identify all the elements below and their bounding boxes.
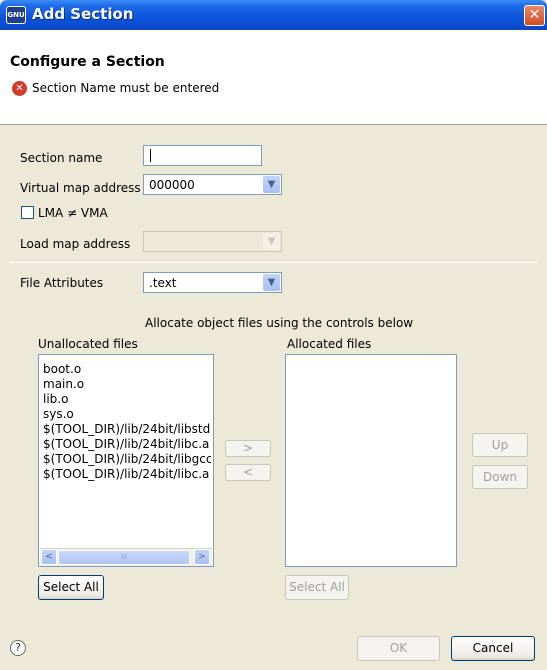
load-map-combo[interactable]: ▼: [143, 231, 282, 252]
chevron-down-icon[interactable]: ▼: [263, 233, 280, 250]
error-message: Section Name must be entered: [32, 81, 220, 95]
horizontal-scrollbar[interactable]: < III >: [40, 548, 212, 566]
select-all-unallocated-button[interactable]: Select All: [38, 575, 104, 600]
allocation-instruction: Allocate object files using the controls…: [145, 316, 414, 330]
close-button[interactable]: ✕: [524, 5, 545, 26]
unallocated-files-label: Unallocated files: [38, 337, 138, 351]
virtual-map-label: Virtual map address: [20, 181, 141, 195]
down-button[interactable]: Down: [472, 465, 528, 489]
help-icon[interactable]: ?: [10, 640, 26, 656]
up-button[interactable]: Up: [472, 433, 528, 457]
window-title: Add Section: [32, 5, 134, 23]
move-left-button[interactable]: <: [225, 464, 271, 481]
list-item[interactable]: lib.o: [43, 392, 211, 407]
scroll-right-button[interactable]: >: [194, 549, 210, 565]
move-right-button[interactable]: >: [225, 440, 271, 457]
virtual-map-combo[interactable]: 000000 ▼: [143, 174, 282, 195]
scroll-left-button[interactable]: <: [41, 549, 57, 565]
allocated-files-list[interactable]: [285, 354, 457, 567]
ok-button[interactable]: OK: [357, 636, 440, 661]
app-icon: GNU: [6, 6, 26, 24]
allocated-files-label: Allocated files: [287, 337, 372, 351]
error-icon: ✕: [12, 81, 27, 96]
text-caret: [150, 149, 151, 162]
separator: [10, 262, 537, 263]
title-bar[interactable]: GNU Add Section ✕: [0, 0, 547, 30]
file-attributes-combo[interactable]: .text ▼: [143, 272, 282, 293]
chevron-down-icon[interactable]: ▼: [263, 176, 280, 193]
list-item[interactable]: $(TOOL_DIR)/lib/24bit/libgcc: [43, 452, 211, 467]
list-item[interactable]: $(TOOL_DIR)/lib/24bit/libc.a: [43, 467, 211, 482]
unallocated-files-list[interactable]: boot.o main.o lib.o sys.o $(TOOL_DIR)/li…: [38, 354, 214, 567]
select-all-allocated-button[interactable]: Select All: [285, 575, 349, 600]
lma-checkbox-label[interactable]: LMA ≠ VMA: [38, 206, 108, 220]
scroll-thumb[interactable]: III: [58, 550, 190, 565]
file-attributes-value: .text: [149, 276, 177, 290]
chevron-down-icon[interactable]: ▼: [263, 274, 280, 291]
load-map-label: Load map address: [20, 237, 131, 251]
list-item[interactable]: boot.o: [43, 362, 211, 377]
section-name-label: Section name: [20, 151, 103, 165]
list-item[interactable]: $(TOOL_DIR)/lib/24bit/libc.a: [43, 437, 211, 452]
virtual-map-value: 000000: [149, 178, 195, 192]
file-attributes-label: File Attributes: [20, 276, 104, 290]
cancel-button[interactable]: Cancel: [451, 636, 535, 661]
lma-checkbox[interactable]: [21, 206, 34, 219]
page-title: Configure a Section: [10, 54, 165, 70]
section-name-input[interactable]: [143, 145, 262, 166]
list-item[interactable]: $(TOOL_DIR)/lib/24bit/libstdi: [43, 422, 211, 437]
dialog-header: Configure a Section ✕ Section Name must …: [0, 30, 547, 125]
list-item[interactable]: sys.o: [43, 407, 211, 422]
list-item[interactable]: main.o: [43, 377, 211, 392]
